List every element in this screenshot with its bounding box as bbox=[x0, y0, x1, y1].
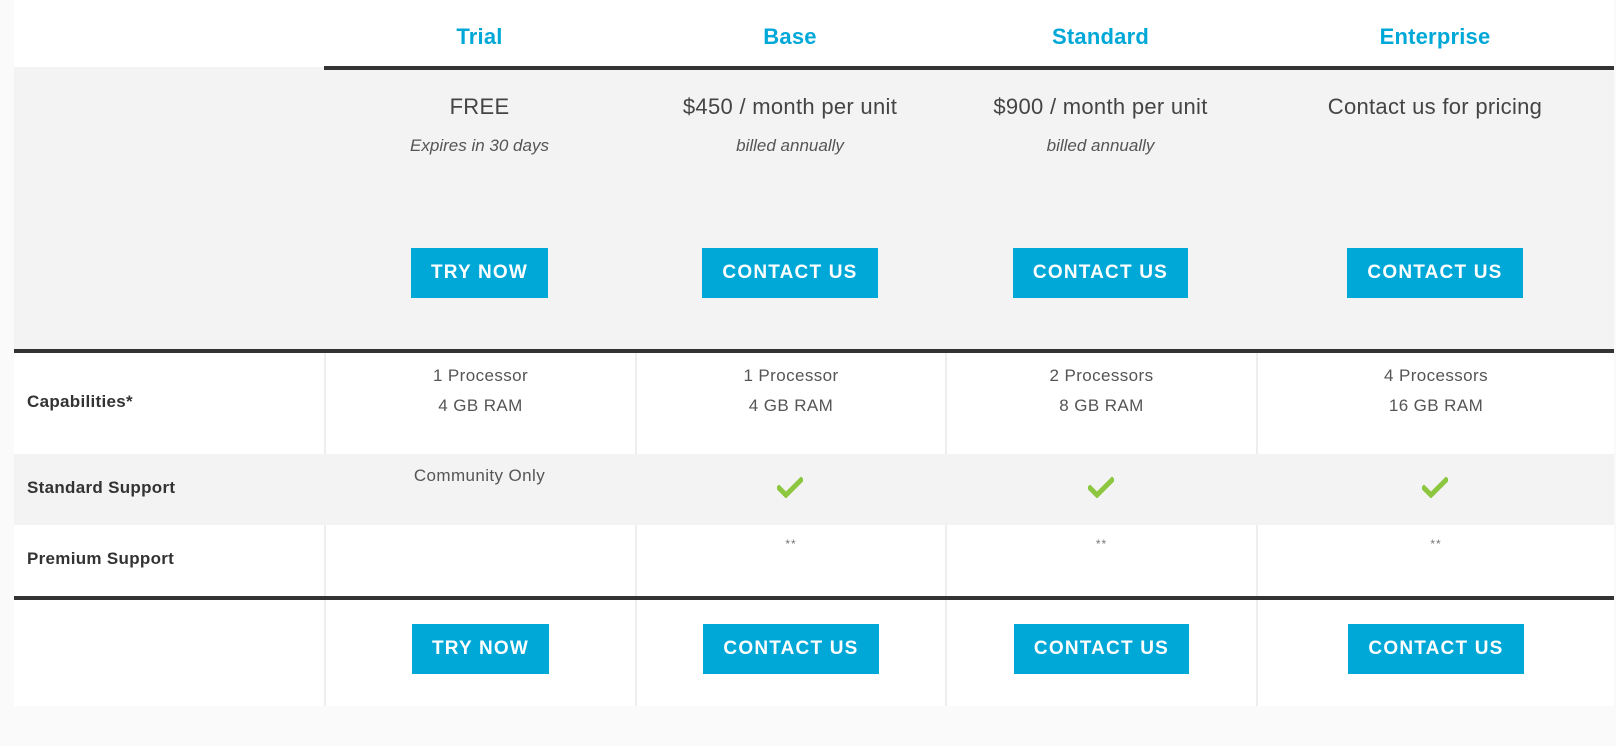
processor-count: 1 Processor bbox=[432, 366, 529, 385]
try-now-button-trial[interactable]: TRY NOW bbox=[410, 248, 549, 298]
standard-support-enterprise bbox=[1256, 454, 1614, 525]
contact-us-button-enterprise-bottom[interactable]: CONTACT US bbox=[1348, 624, 1524, 674]
contact-us-button-base[interactable]: CONTACT US bbox=[702, 248, 878, 298]
empty-corner bbox=[14, 0, 324, 66]
standard-support-base bbox=[635, 454, 945, 525]
cta-cell-trial: TRY NOW bbox=[324, 600, 635, 706]
capabilities-trial: 1 Processor 4 GB RAM bbox=[324, 353, 635, 454]
standard-support-trial: Community Only bbox=[413, 466, 546, 485]
premium-support-trial bbox=[324, 525, 635, 596]
standard-support-label: Standard Support bbox=[27, 478, 176, 497]
price-note-standard: billed annually bbox=[1046, 136, 1155, 155]
capabilities-standard: 2 Processors 8 GB RAM bbox=[945, 353, 1256, 454]
capabilities-row: Capabilities* 1 Processor 4 GB RAM 1 Pro… bbox=[14, 353, 1614, 454]
premium-support-enterprise: ** bbox=[1256, 525, 1614, 596]
standard-support-standard bbox=[945, 454, 1256, 525]
ram-amount: 16 GB RAM bbox=[1388, 396, 1484, 415]
pricing-cell-standard: $900 / month per unit billed annually CO… bbox=[945, 70, 1256, 349]
try-now-button-trial-bottom[interactable]: TRY NOW bbox=[411, 624, 550, 674]
contact-us-button-base-bottom[interactable]: CONTACT US bbox=[703, 624, 879, 674]
premium-support-row: Premium Support ** ** ** bbox=[14, 525, 1614, 596]
ram-amount: 4 GB RAM bbox=[748, 396, 834, 415]
bottom-cta-row: TRY NOW CONTACT US CONTACT US CONTACT US bbox=[14, 600, 1614, 706]
plan-title-base: Base bbox=[763, 24, 817, 49]
pricing-page: Trial Base Standard Enterprise FREE Expi… bbox=[0, 0, 1616, 746]
price-note-base: billed annually bbox=[736, 136, 844, 155]
processor-count: 2 Processors bbox=[1049, 366, 1154, 385]
pricing-row: FREE Expires in 30 days TRY NOW $450 / m… bbox=[14, 70, 1614, 349]
premium-support-standard: ** bbox=[945, 525, 1256, 596]
price-note-trial: Expires in 30 days bbox=[410, 136, 549, 155]
cta-cell-base: CONTACT US bbox=[635, 600, 945, 706]
cta-cell-enterprise: CONTACT US bbox=[1256, 600, 1614, 706]
price-base: $450 / month per unit bbox=[682, 94, 898, 119]
cta-cell-standard: CONTACT US bbox=[945, 600, 1256, 706]
cta-label-cell bbox=[14, 600, 324, 706]
premium-support-label: Premium Support bbox=[27, 549, 175, 568]
capabilities-label: Capabilities* bbox=[27, 392, 133, 411]
price-trial: FREE bbox=[449, 94, 510, 119]
pricing-cell-trial: FREE Expires in 30 days TRY NOW bbox=[324, 70, 635, 349]
processor-count: 1 Processor bbox=[743, 366, 839, 385]
checkmark-icon bbox=[777, 476, 803, 498]
contact-us-button-enterprise[interactable]: CONTACT US bbox=[1347, 248, 1523, 298]
pricing-cell-enterprise: Contact us for pricing CONTACT US bbox=[1256, 70, 1614, 349]
premium-support-base: ** bbox=[635, 525, 945, 596]
price-enterprise: Contact us for pricing bbox=[1327, 94, 1543, 119]
pricing-label-cell bbox=[14, 70, 324, 349]
plan-title-enterprise: Enterprise bbox=[1379, 24, 1491, 49]
checkmark-icon bbox=[1087, 476, 1114, 498]
plan-title-standard: Standard bbox=[1052, 24, 1149, 49]
checkmark-icon bbox=[1422, 476, 1448, 498]
processor-count: 4 Processors bbox=[1383, 366, 1488, 385]
ram-amount: 4 GB RAM bbox=[438, 396, 523, 415]
capabilities-enterprise: 4 Processors 16 GB RAM bbox=[1256, 353, 1614, 454]
capabilities-base: 1 Processor 4 GB RAM bbox=[635, 353, 945, 454]
contact-us-button-standard-bottom[interactable]: CONTACT US bbox=[1013, 624, 1190, 674]
price-standard: $900 / month per unit bbox=[993, 94, 1208, 119]
contact-us-button-standard[interactable]: CONTACT US bbox=[1012, 248, 1189, 298]
plan-titles-row: Trial Base Standard Enterprise bbox=[14, 0, 1614, 66]
pricing-table: Trial Base Standard Enterprise FREE Expi… bbox=[14, 0, 1614, 706]
pricing-cell-base: $450 / month per unit billed annually CO… bbox=[635, 70, 945, 349]
plan-title-trial: Trial bbox=[456, 24, 503, 49]
standard-support-row: Standard Support Community Only bbox=[14, 454, 1614, 525]
ram-amount: 8 GB RAM bbox=[1059, 396, 1144, 415]
